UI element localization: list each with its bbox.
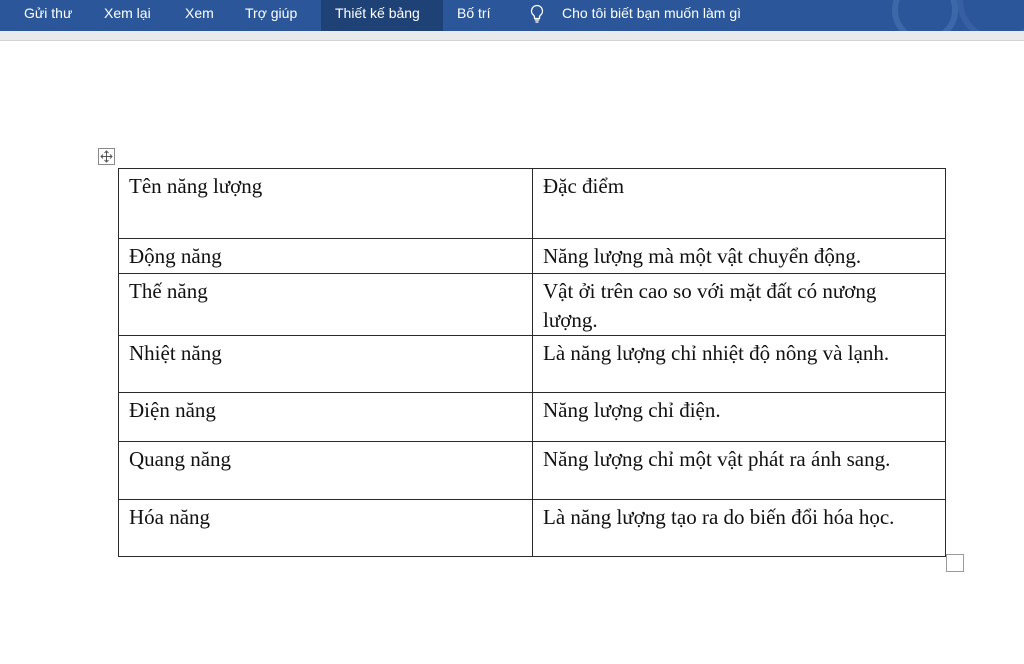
table-row: Quang năng Năng lượng chỉ một vật phát r… [118,441,946,500]
tab-label: Trợ giúp [245,5,298,21]
energy-name: Quang năng [129,447,232,471]
table-cell[interactable]: Năng lượng chỉ một vật phát ra ánh sang. [532,441,946,500]
table-row: Nhiệt năng Là năng lượng chỉ nhiệt độ nô… [118,335,946,393]
tab-layout[interactable]: Bố trí [457,0,490,31]
ribbon-watermark-icon [892,0,1024,31]
tab-label: Bố trí [457,5,491,21]
table-row: Điện năng Năng lượng chỉ điện. [118,392,946,442]
tab-label: Xem [185,5,214,21]
table-cell[interactable]: Hóa năng [118,499,533,557]
table-cell[interactable]: Năng lượng mà một vật chuyển động. [532,238,946,274]
move-arrows-icon[interactable] [98,148,115,165]
energy-name: Điện năng [129,398,216,422]
header-col2: Đặc điểm [543,174,625,198]
energy-name: Thế năng [129,279,208,303]
energy-desc: Năng lượng chỉ điện. [543,398,721,422]
table-cell[interactable]: Năng lượng chỉ điện. [532,392,946,442]
ribbon-tab-bar: Gửi thư Xem lại Xem Trợ giúp Thiết kế bả… [0,0,1024,31]
energy-desc: Là năng lượng tạo ra do biến đổi hóa học… [543,505,895,529]
tab-view[interactable]: Xem [185,0,214,31]
tab-mailings[interactable]: Gửi thư [24,0,72,31]
table-header-row: Tên năng lượng Đặc điểm [118,168,946,239]
tab-label: Xem lại [104,5,151,21]
energy-desc: Vật ởi trên cao so với mặt đất có nương … [543,279,877,332]
tab-label: Gửi thư [24,5,73,21]
table-cell[interactable]: Đặc điểm [532,168,946,239]
energy-desc: Năng lượng chỉ một vật phát ra ánh sang. [543,447,891,471]
tell-me-label: Cho tôi biết bạn muốn làm gì [562,5,741,21]
table-cell[interactable]: Động năng [118,238,533,274]
energy-desc: Là năng lượng chỉ nhiệt độ nông và lạnh. [543,341,890,365]
energy-name: Nhiệt năng [129,341,222,365]
tab-help[interactable]: Trợ giúp [245,0,297,31]
table-row: Động năng Năng lượng mà một vật chuyển đ… [118,238,946,274]
table-cell[interactable]: Quang năng [118,441,533,500]
lightbulb-icon [530,4,544,23]
tab-label: Thiết kế bảng [335,5,420,21]
table-cell[interactable]: Điện năng [118,392,533,442]
tab-review[interactable]: Xem lại [104,0,151,31]
table-cell[interactable]: Là năng lượng tạo ra do biến đổi hóa học… [532,499,946,557]
table-resize-icon[interactable] [946,554,964,572]
tab-table-design[interactable]: Thiết kế bảng [321,0,443,31]
table-row: Hóa năng Là năng lượng tạo ra do biến đổ… [118,499,946,557]
table-row: Thế năng Vật ởi trên cao so với mặt đất … [118,273,946,336]
ribbon-collapsed-strip [0,31,1024,41]
energy-desc: Năng lượng mà một vật chuyển động. [543,244,862,268]
energy-name: Hóa năng [129,505,211,529]
table-cell[interactable]: Thế năng [118,273,533,336]
table-cell[interactable]: Tên năng lượng [118,168,533,239]
energy-table[interactable]: Tên năng lượng Đặc điểm Động năng Năng l… [118,168,946,557]
table-cell[interactable]: Là năng lượng chỉ nhiệt độ nông và lạnh. [532,335,946,393]
table-cell[interactable]: Nhiệt năng [118,335,533,393]
table-cell[interactable]: Vật ởi trên cao so với mặt đất có nương … [532,273,946,336]
header-col1: Tên năng lượng [129,174,263,198]
energy-name: Động năng [129,244,222,268]
